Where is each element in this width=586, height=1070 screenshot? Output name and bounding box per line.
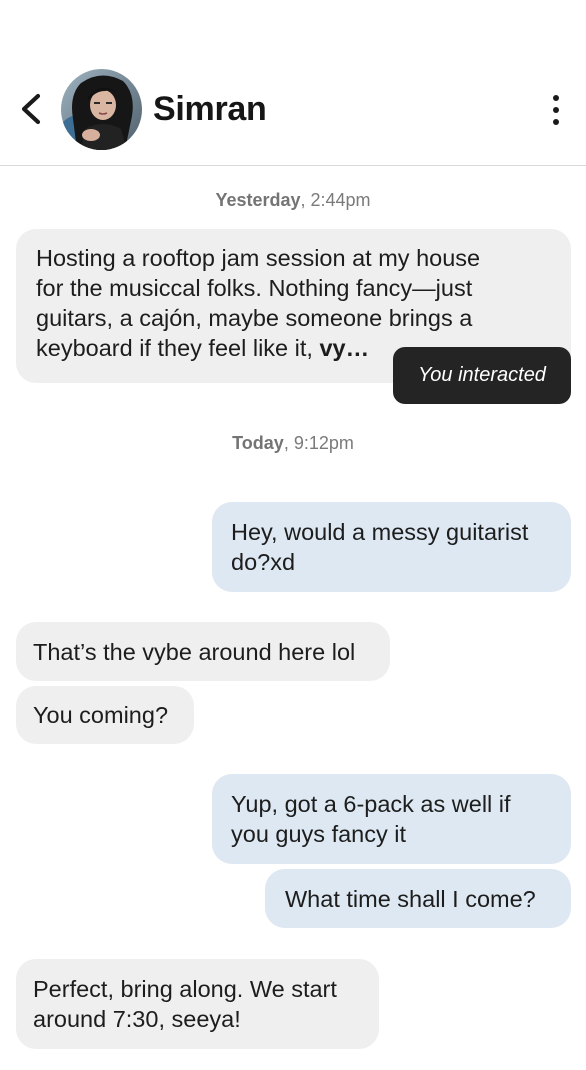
date-separator-day: Today (232, 433, 284, 453)
date-separator-day: Yesterday (215, 190, 301, 210)
contact-name[interactable]: Simran (153, 86, 267, 132)
message-line: That’s the vybe around here lol (33, 639, 356, 665)
message-line: Yup, got a 6-pack as well if (231, 791, 511, 817)
message-line: Hosting a rooftop jam session at my hous… (36, 245, 481, 271)
message-line: Perfect, bring along. We start (33, 976, 337, 1002)
date-separator: Yesterday, 2:44pm (0, 190, 586, 211)
message-line-text: keyboard if they feel like it, (36, 335, 320, 361)
message-bubble-outgoing[interactable]: Yup, got a 6-pack as well if you guys fa… (212, 774, 571, 864)
message-line: guitars, a cajón, maybe someone brings a (36, 305, 473, 331)
message-bubble-incoming[interactable]: That’s the vybe around here lol (16, 622, 390, 681)
message-line: Hey, would a messy guitarist (231, 519, 529, 545)
vertical-ellipsis-icon (553, 95, 559, 125)
message-line: you guys fancy it (231, 821, 407, 847)
message-truncated-text: vy… (319, 335, 370, 361)
chevron-left-icon (21, 93, 41, 125)
message-line: for the musiccal folks. Nothing fancy—ju… (36, 275, 473, 301)
date-separator: Today, 9:12pm (0, 433, 586, 454)
message-bubble-incoming[interactable]: You coming? (16, 686, 194, 744)
more-options-button[interactable] (538, 88, 574, 132)
message-line: around 7:30, seeya! (33, 1006, 241, 1032)
date-separator-time: , 2:44pm (300, 190, 371, 210)
message-line: You coming? (33, 702, 169, 728)
date-separator-time: , 9:12pm (283, 433, 354, 453)
avatar-photo (61, 69, 142, 150)
message-bubble-outgoing[interactable]: Hey, would a messy guitarist do?xd (212, 502, 571, 592)
message-bubble-incoming[interactable]: Perfect, bring along. We start around 7:… (16, 959, 379, 1049)
chat-header: Simran (0, 0, 586, 166)
message-bubble-outgoing[interactable]: What time shall I come? (265, 869, 571, 928)
back-button[interactable] (14, 86, 50, 132)
message-line: What time shall I come? (285, 886, 536, 912)
interaction-indicator: You interacted (393, 347, 571, 404)
avatar[interactable] (61, 69, 142, 150)
message-line: do?xd (231, 549, 296, 575)
